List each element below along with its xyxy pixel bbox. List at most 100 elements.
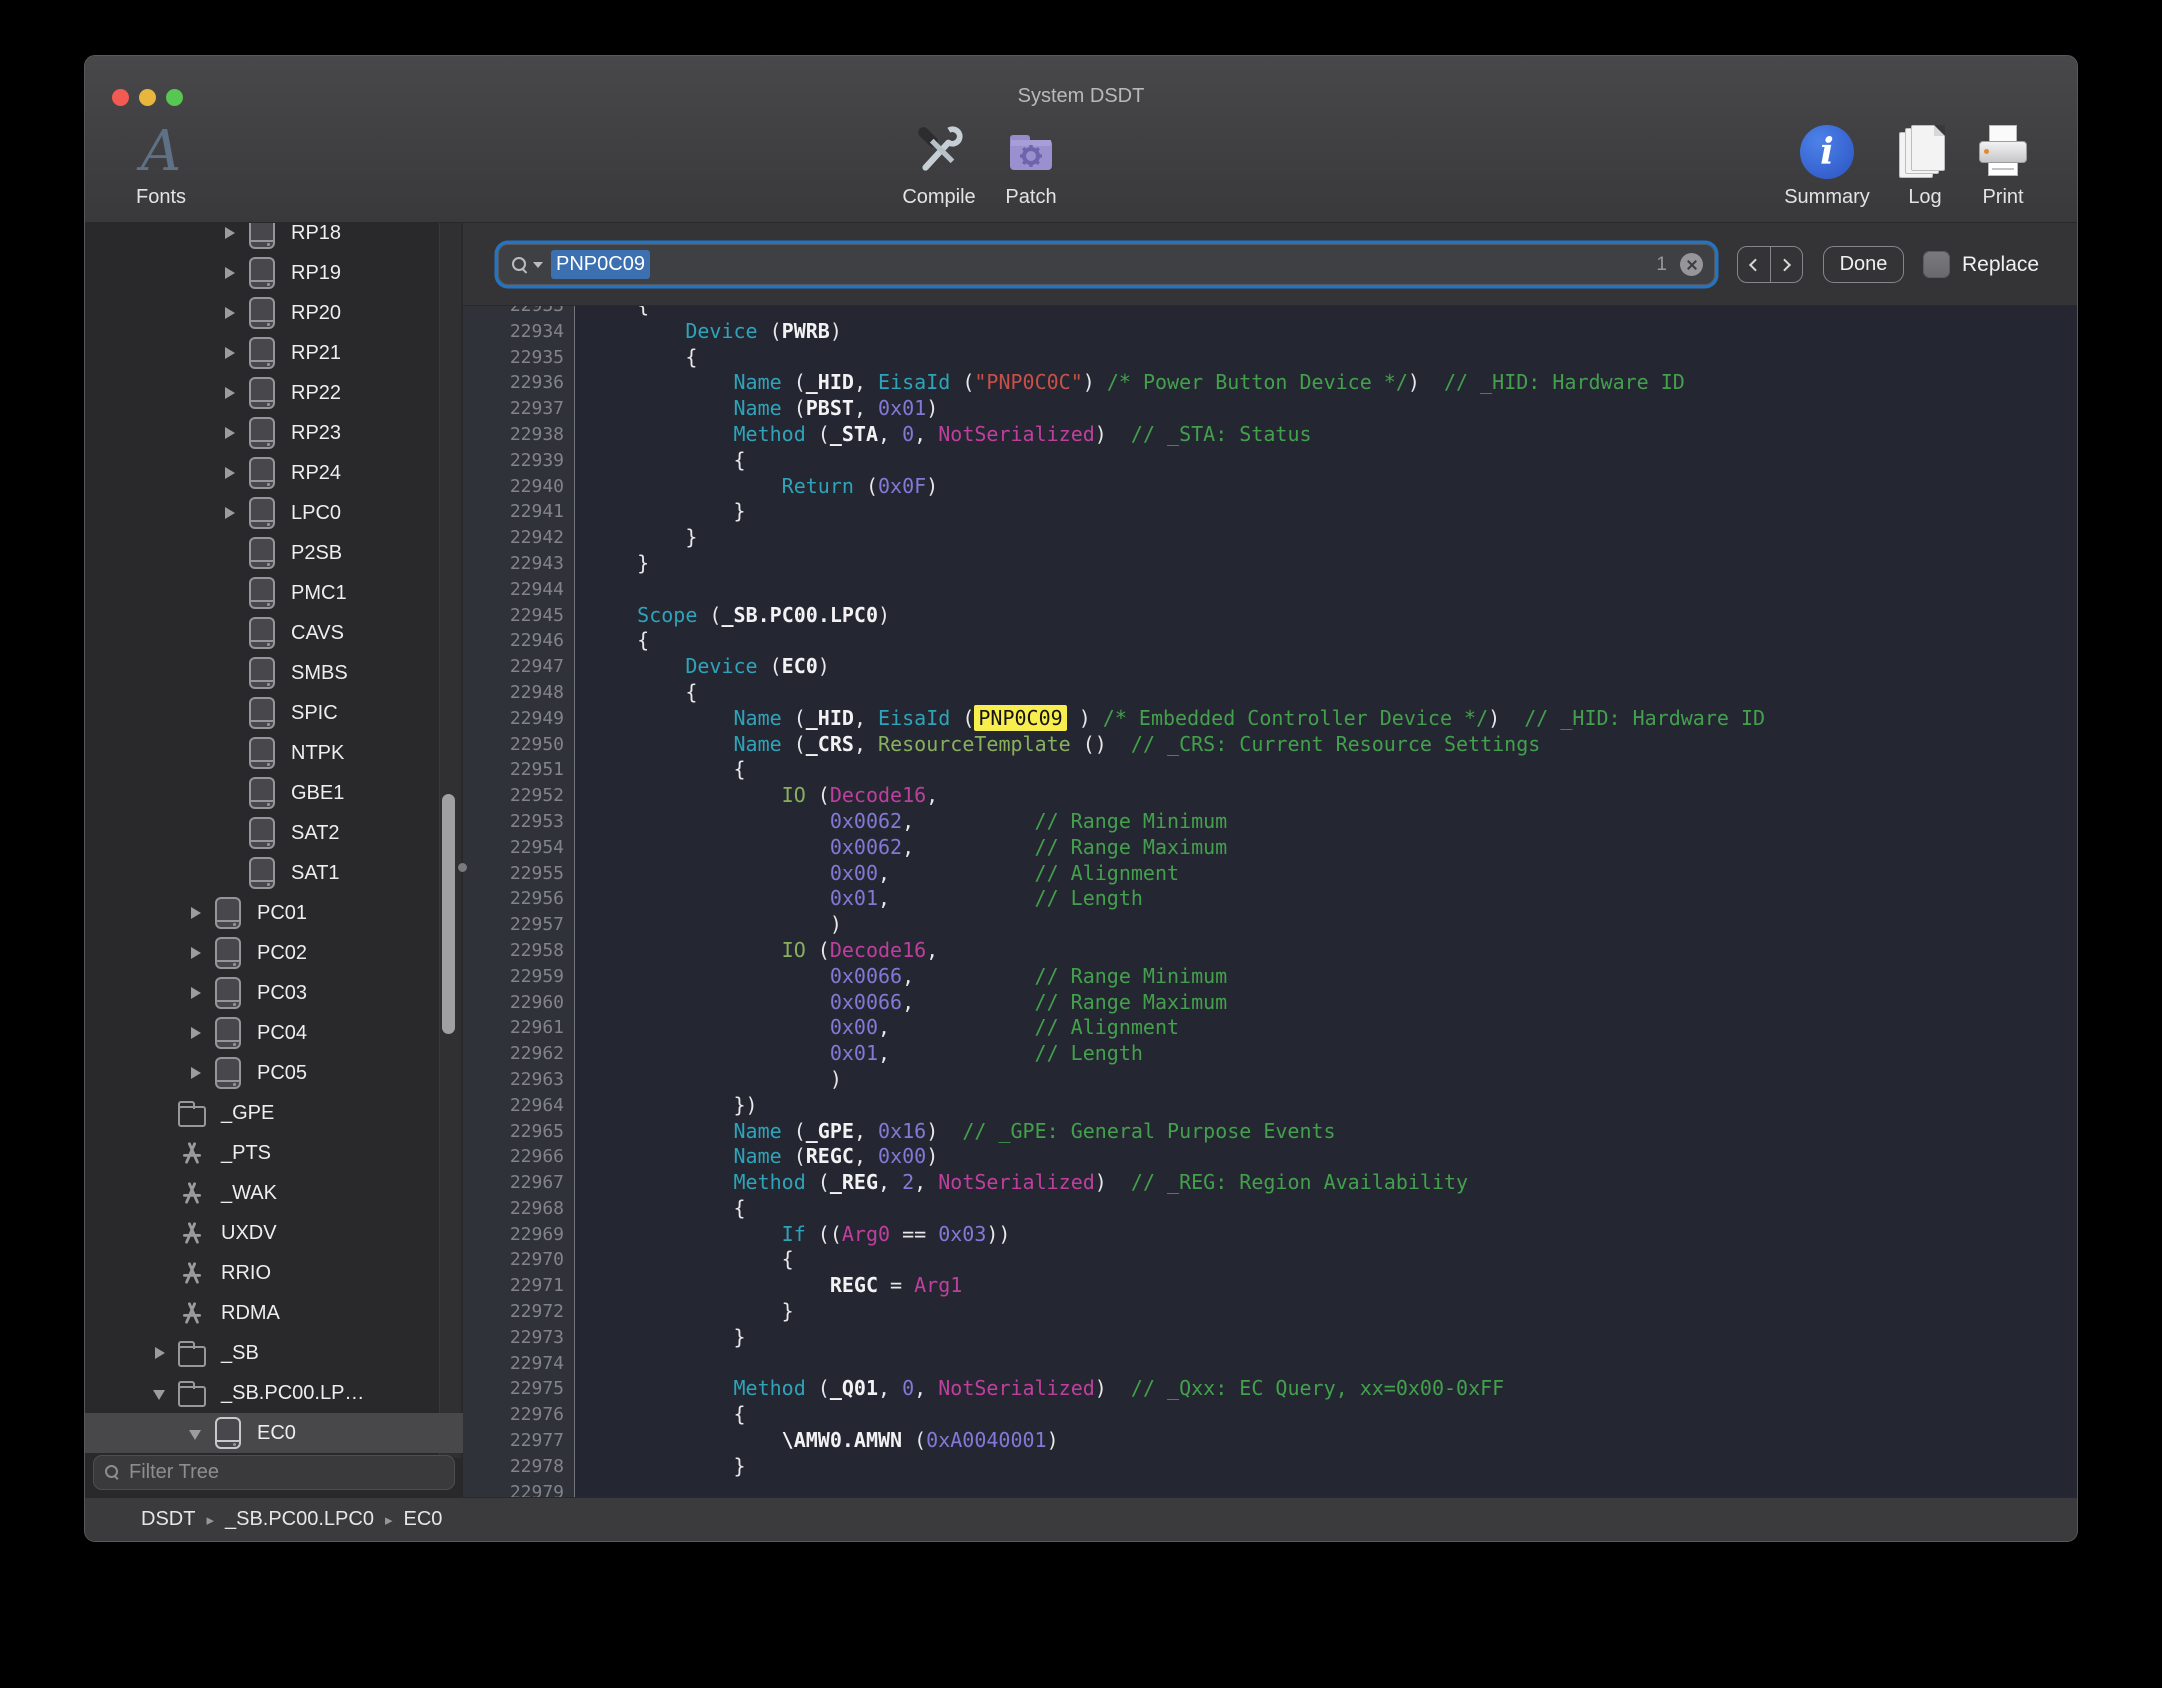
disclosure-spacer: [221, 584, 247, 602]
tree-item-SAT2[interactable]: SAT2: [85, 813, 463, 853]
disclosure-triangle-icon[interactable]: [187, 984, 213, 1002]
search-menu-chevron-icon[interactable]: [533, 262, 543, 268]
disclosure-triangle-icon[interactable]: [221, 304, 247, 322]
disclosure-spacer: [151, 1104, 177, 1122]
disclosure-triangle-icon[interactable]: [221, 504, 247, 522]
code-line: Name (_CRS, ResourceTemplate () // _CRS:…: [589, 732, 2077, 758]
disclosure-triangle-icon[interactable]: [221, 264, 247, 282]
tree-item-label: SPIC: [291, 702, 338, 725]
filter-tree-input[interactable]: Filter Tree: [93, 1455, 455, 1490]
tree-item-EC0[interactable]: EC0: [85, 1413, 463, 1453]
tree-item-RP20[interactable]: RP20: [85, 293, 463, 333]
tree-item-SMBS[interactable]: SMBS: [85, 653, 463, 693]
previous-match-button[interactable]: [1738, 247, 1771, 282]
disclosure-triangle-icon[interactable]: [187, 904, 213, 922]
tree-item-label: PC02: [257, 942, 307, 965]
next-match-button[interactable]: [1771, 247, 1803, 282]
breadcrumb-item[interactable]: EC0: [404, 1508, 443, 1531]
code-line: }: [589, 499, 2077, 525]
tree-item-_PTS[interactable]: _PTS: [85, 1133, 463, 1173]
disclosure-triangle-icon[interactable]: [221, 224, 247, 242]
code-line: 0x01, // Length: [589, 1041, 2077, 1067]
device-icon: [249, 777, 275, 809]
tree-item-label: _WAK: [221, 1182, 277, 1205]
toolbar-button-patch[interactable]: Patch: [971, 120, 1091, 218]
code-line: }: [589, 525, 2077, 551]
code-line: IO (Decode16,: [589, 783, 2077, 809]
tree-sidebar: RP18RP19RP20RP21RP22RP23RP24LPC0 P2SB PMC1…: [85, 223, 463, 1497]
disclosure-triangle-icon[interactable]: [187, 1424, 213, 1442]
code-line: 0x0066, // Range Maximum: [589, 990, 2077, 1016]
tree-item-_GPE[interactable]: _GPE: [85, 1093, 463, 1133]
splitter-handle[interactable]: [458, 863, 467, 872]
tree-item-PC02[interactable]: PC02: [85, 933, 463, 973]
breadcrumb-item[interactable]: DSDT: [141, 1508, 195, 1531]
code-editor[interactable]: 2293322934229352293622937229382293922940…: [463, 306, 2077, 1497]
device-icon: [215, 1417, 241, 1449]
code-line: Method (_Q01, 0, NotSerialized) // _Qxx:…: [589, 1376, 2077, 1402]
device-icon: [215, 937, 241, 969]
disclosure-spacer: [151, 1144, 177, 1162]
line-number: 22974: [463, 1351, 564, 1377]
line-number: 22945: [463, 603, 564, 629]
tree-item-SAT1[interactable]: SAT1: [85, 853, 463, 893]
tree-item-CAVS[interactable]: CAVS: [85, 613, 463, 653]
disclosure-triangle-icon[interactable]: [187, 1064, 213, 1082]
device-icon: [215, 1057, 241, 1089]
line-number: 22940: [463, 474, 564, 500]
titlebar: System DSDT A Fonts Compile: [85, 56, 2077, 223]
tree-item-RP21[interactable]: RP21: [85, 333, 463, 373]
disclosure-triangle-icon[interactable]: [151, 1344, 177, 1362]
code-line: Device (EC0): [589, 654, 2077, 680]
code-line: 0x01, // Length: [589, 886, 2077, 912]
method-icon: [179, 1219, 205, 1247]
done-button[interactable]: Done: [1823, 246, 1904, 283]
tree-item-RRIO[interactable]: RRIO: [85, 1253, 463, 1293]
method-icon: [179, 1139, 205, 1167]
tree-item-PC05[interactable]: PC05: [85, 1053, 463, 1093]
line-number: 22937: [463, 396, 564, 422]
search-input[interactable]: PNP0C09 1: [498, 244, 1715, 285]
tree-item-UXDV[interactable]: UXDV: [85, 1213, 463, 1253]
clear-search-icon[interactable]: [1680, 253, 1703, 276]
tree-item-RDMA[interactable]: RDMA: [85, 1293, 463, 1333]
disclosure-triangle-icon[interactable]: [221, 344, 247, 362]
tree-item-P2SB[interactable]: P2SB: [85, 533, 463, 573]
filter-placeholder: Filter Tree: [129, 1461, 219, 1484]
device-icon: [249, 297, 275, 329]
tree-item-RP23[interactable]: RP23: [85, 413, 463, 453]
line-number: 22948: [463, 680, 564, 706]
tree-item-RP19[interactable]: RP19: [85, 253, 463, 293]
tree-item-_WAK[interactable]: _WAK: [85, 1173, 463, 1213]
disclosure-triangle-icon[interactable]: [221, 424, 247, 442]
breadcrumb-item[interactable]: _SB.PC00.LPC0: [225, 1508, 374, 1531]
toolbar-button-print[interactable]: Print: [1943, 120, 2063, 218]
tree-item-PMC1[interactable]: PMC1: [85, 573, 463, 613]
tree-item-GBE1[interactable]: GBE1: [85, 773, 463, 813]
line-number: 22951: [463, 757, 564, 783]
toolbar-button-fonts[interactable]: A Fonts: [101, 120, 221, 218]
tree-item-label: SAT1: [291, 862, 340, 885]
code-line: }): [589, 1093, 2077, 1119]
tree-item-label: RDMA: [221, 1302, 280, 1325]
tree-item-label: PC05: [257, 1062, 307, 1085]
tree-item-RP22[interactable]: RP22: [85, 373, 463, 413]
tree-item-LPC0[interactable]: LPC0: [85, 493, 463, 533]
disclosure-triangle-icon[interactable]: [221, 384, 247, 402]
toolbar-label: Compile: [902, 186, 975, 209]
tree-item-NTPK[interactable]: NTPK: [85, 733, 463, 773]
tree-item-label: P2SB: [291, 542, 342, 565]
tree-item-_SB.PC00.LP…[interactable]: _SB.PC00.LP…: [85, 1373, 463, 1413]
tree-item-PC01[interactable]: PC01: [85, 893, 463, 933]
disclosure-triangle-icon[interactable]: [187, 944, 213, 962]
tree-item-PC04[interactable]: PC04: [85, 1013, 463, 1053]
replace-checkbox[interactable]: [1923, 251, 1950, 278]
tree-item-RP18[interactable]: RP18: [85, 223, 463, 253]
tree-item-SPIC[interactable]: SPIC: [85, 693, 463, 733]
disclosure-triangle-icon[interactable]: [221, 464, 247, 482]
tree-item-RP24[interactable]: RP24: [85, 453, 463, 493]
tree-item-PC03[interactable]: PC03: [85, 973, 463, 1013]
disclosure-triangle-icon[interactable]: [151, 1384, 177, 1402]
disclosure-triangle-icon[interactable]: [187, 1024, 213, 1042]
tree-item-_SB[interactable]: _SB: [85, 1333, 463, 1373]
